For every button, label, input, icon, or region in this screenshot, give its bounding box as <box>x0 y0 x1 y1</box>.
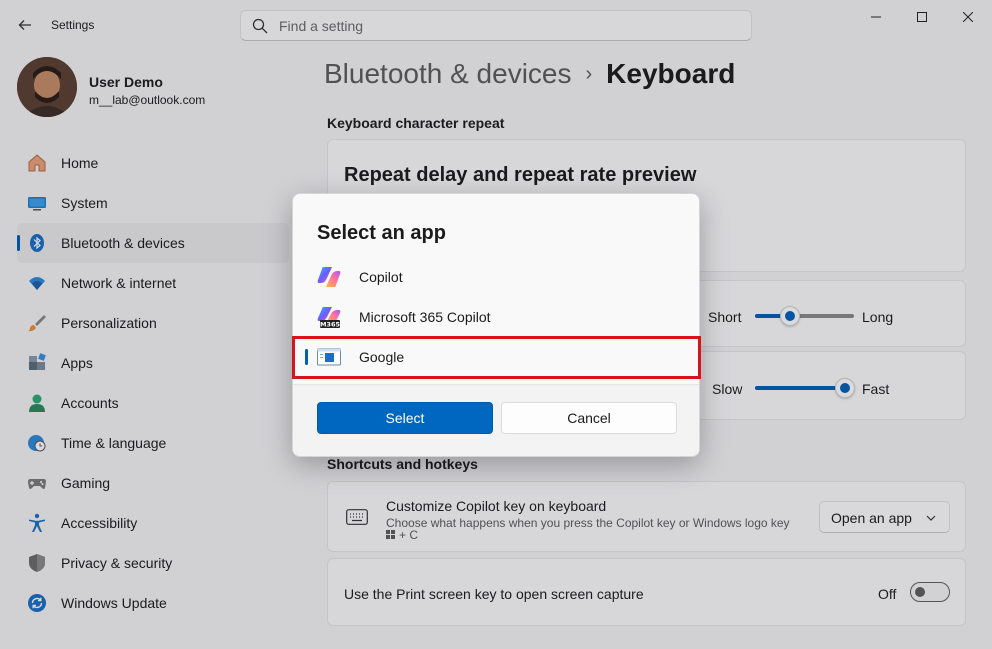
select-app-dialog: Select an app Copilot M365 Microsoft 365… <box>292 193 701 457</box>
settings-window: Settings User Demo m__lab@outlook.co <box>0 0 992 649</box>
select-button[interactable]: Select <box>317 402 493 434</box>
app-label: Copilot <box>359 269 403 285</box>
copilot-icon <box>317 267 341 287</box>
dialog-footer: Select Cancel <box>293 384 699 456</box>
m365-copilot-icon: M365 <box>317 307 341 329</box>
cancel-button[interactable]: Cancel <box>501 402 677 434</box>
app-item-copilot[interactable]: Copilot <box>293 257 699 297</box>
dialog-title: Select an app <box>317 222 446 244</box>
app-item-m365-copilot[interactable]: M365 Microsoft 365 Copilot <box>293 297 699 337</box>
highlight-annotation <box>292 336 701 379</box>
app-label: Microsoft 365 Copilot <box>359 309 491 325</box>
svg-text:M365: M365 <box>320 321 341 329</box>
